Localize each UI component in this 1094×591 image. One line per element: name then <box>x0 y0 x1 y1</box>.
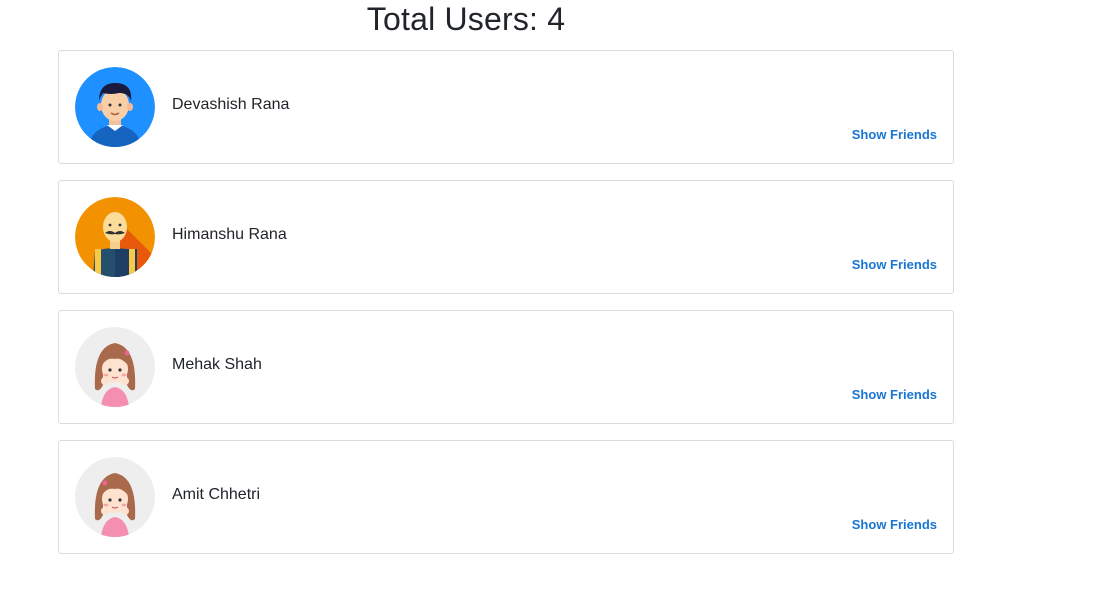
boy-avatar-icon <box>75 67 155 147</box>
users-page: Total Users: 4 Devashish Rana Show Frien… <box>0 0 1094 591</box>
girl-avatar-icon <box>75 327 155 407</box>
show-friends-button[interactable]: Show Friends <box>852 517 937 532</box>
user-card: Devashish Rana Show Friends <box>58 50 954 164</box>
girl-avatar-icon <box>75 457 155 537</box>
user-card: Mehak Shah Show Friends <box>58 310 954 424</box>
user-name: Devashish Rana <box>172 96 290 113</box>
page-title: Total Users: 4 <box>366 1 566 37</box>
user-name: Himanshu Rana <box>172 226 287 243</box>
show-friends-button[interactable]: Show Friends <box>852 127 937 142</box>
user-card: Himanshu Rana Show Friends <box>58 180 954 294</box>
user-name: Mehak Shah <box>172 356 262 373</box>
user-list: Devashish Rana Show Friends Himanshu Ran… <box>58 50 954 570</box>
show-friends-button[interactable]: Show Friends <box>852 387 937 402</box>
show-friends-button[interactable]: Show Friends <box>852 257 937 272</box>
mustache-man-avatar-icon <box>75 197 155 277</box>
user-card: Amit Chhetri Show Friends <box>58 440 954 554</box>
user-name: Amit Chhetri <box>172 486 261 503</box>
